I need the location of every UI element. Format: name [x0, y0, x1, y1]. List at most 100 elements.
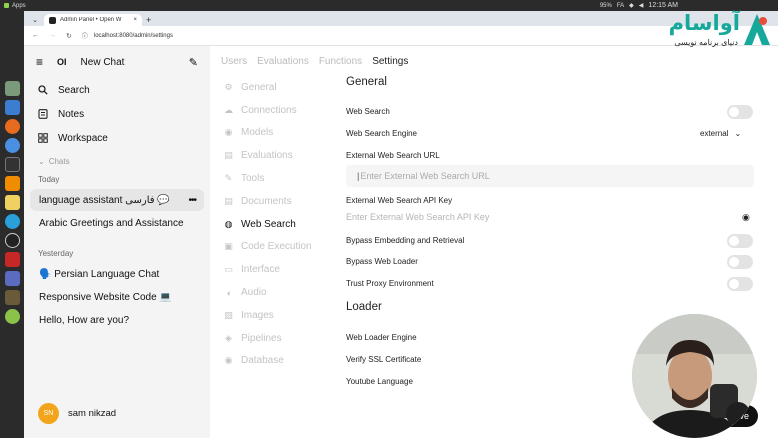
obs-icon[interactable]	[4, 233, 20, 248]
search-url-input[interactable]: | Enter External Web Search URL	[346, 165, 754, 187]
settings-nav-database[interactable]: ◉ Database	[224, 350, 312, 373]
eye-icon[interactable]: ◉	[742, 212, 750, 223]
trust-proxy-toggle[interactable]	[727, 277, 753, 291]
engine-value: external	[700, 129, 729, 138]
tab-users[interactable]: Users	[221, 56, 247, 67]
forward-icon[interactable]: →	[49, 32, 56, 39]
nav-label: General	[241, 81, 277, 93]
webcam-overlay	[632, 314, 757, 438]
chats-section-toggle[interactable]: ⌄ Chats	[24, 152, 210, 170]
network-icon[interactable]	[4, 271, 20, 286]
document-icon: ▤	[224, 150, 233, 161]
text-caret: |	[357, 171, 360, 181]
brand-logo-icon	[744, 14, 770, 45]
settings-nav-pipelines[interactable]: ◈ Pipelines	[224, 327, 312, 350]
settings-nav-general[interactable]: ⚙ General	[224, 76, 312, 99]
chat-title: language assistant فارسی 💬	[39, 194, 170, 206]
nav-label: Images	[241, 309, 274, 321]
chat-title: Arabic Greetings and Assistance	[39, 217, 184, 229]
chat-item[interactable]: 🗣️ Persian Language Chat	[30, 263, 204, 285]
nav-label: Web Search	[241, 218, 296, 230]
filezilla-icon[interactable]	[4, 252, 20, 267]
terminal-icon[interactable]	[4, 157, 20, 172]
volume-icon[interactable]: ◀	[639, 2, 644, 9]
chat-options-icon[interactable]: •••	[188, 195, 196, 206]
bypass-embedding-toggle[interactable]	[727, 234, 753, 248]
new-chat-label[interactable]: New Chat	[81, 57, 175, 68]
new-tab-button[interactable]: +	[146, 15, 151, 26]
language-indicator[interactable]: FA	[617, 3, 624, 9]
settings-nav-tools[interactable]: ✎ Tools	[224, 167, 312, 190]
vlc-icon[interactable]	[4, 176, 20, 191]
menu-icon[interactable]: ≡	[36, 55, 43, 69]
reload-icon[interactable]: ↻	[66, 32, 72, 40]
engine-select[interactable]: external ⌄	[700, 129, 741, 138]
nav-label: Database	[241, 355, 284, 367]
browser-tab[interactable]: Admin Panel • Open W ×	[44, 14, 142, 26]
chat-item[interactable]: Arabic Greetings and Assistance	[30, 212, 204, 234]
sidebar-item-search[interactable]: Search	[24, 78, 210, 102]
settings-nav-images[interactable]: ▨ Images	[224, 304, 312, 327]
nav-label: Audio	[241, 287, 267, 299]
apps-icon	[4, 3, 9, 8]
tab-list-icon[interactable]: ⌄	[30, 14, 40, 26]
compose-icon[interactable]: ✎	[189, 56, 198, 69]
database-icon: ◉	[224, 127, 233, 138]
presenter-video-icon	[632, 314, 757, 438]
cloud-icon: ☁	[224, 104, 233, 115]
text-editor-icon[interactable]	[4, 100, 20, 115]
wifi-icon[interactable]: ◆	[629, 2, 634, 9]
search-url-placeholder: Enter External Web Search URL	[360, 171, 490, 181]
globe-icon: ◍	[224, 218, 233, 229]
app-logo[interactable]: OI	[57, 57, 67, 67]
chat-title: 🗣️ Persian Language Chat	[39, 268, 160, 280]
url-field[interactable]: ⓘ localhost:8080/admin/settings	[82, 31, 173, 41]
settings-nav-models[interactable]: ◉ Models	[224, 122, 312, 145]
nav-label: Models	[241, 127, 274, 139]
chat-item[interactable]: Responsive Website Code 💻	[30, 286, 204, 308]
user-menu[interactable]: SN sam nikzad	[38, 403, 116, 424]
monitor-icon: ▭	[224, 264, 233, 275]
engine-label: Web Search Engine	[346, 129, 418, 138]
app-dock	[0, 11, 24, 438]
chat-item[interactable]: Hello, How are you?	[30, 309, 204, 331]
settings-nav-documents[interactable]: ▤ Documents	[224, 190, 312, 213]
settings-nav-web-search[interactable]: ◍ Web Search	[224, 213, 312, 236]
api-key-input[interactable]: Enter External Web Search API Key	[346, 212, 489, 222]
files-icon[interactable]	[4, 81, 20, 96]
notes-app-icon[interactable]	[4, 195, 20, 210]
apps-menu[interactable]: Apps	[4, 3, 26, 9]
sidebar-item-workspace[interactable]: Workspace	[24, 126, 210, 150]
openwebui-favicon-icon	[49, 16, 56, 24]
chromium-icon[interactable]	[4, 138, 20, 153]
telegram-icon[interactable]	[4, 214, 20, 229]
settings-nav-connections[interactable]: ☁ Connections	[224, 99, 312, 122]
tab-settings[interactable]: Settings	[372, 56, 408, 67]
settings-nav-evaluations[interactable]: ▤ Evaluations	[224, 144, 312, 167]
settings-nav-interface[interactable]: ▭ Interface	[224, 258, 312, 281]
bypass-loader-toggle[interactable]	[727, 255, 753, 269]
url-label: External Web Search URL	[346, 151, 440, 160]
site-info-icon[interactable]: ⓘ	[82, 31, 88, 40]
settings-nav-audio[interactable]: ◖ Audio	[224, 281, 312, 304]
firefox-icon[interactable]	[4, 119, 20, 134]
url-text: localhost:8080/admin/settings	[93, 32, 173, 39]
search-icon	[37, 85, 48, 96]
notes-icon	[37, 109, 48, 120]
android-icon[interactable]	[4, 309, 20, 324]
close-tab-icon[interactable]: ×	[133, 17, 137, 23]
trust-proxy-label: Trust Proxy Environment	[346, 279, 434, 288]
channel-watermark: آواسام دنیای برنامه نویسی	[648, 11, 772, 51]
settings-nav-code-execution[interactable]: ▣ Code Execution	[224, 236, 311, 259]
web-search-toggle[interactable]	[727, 105, 753, 119]
gimp-icon[interactable]	[4, 290, 20, 305]
nav-label: Connections	[241, 104, 297, 116]
chat-item[interactable]: language assistant فارسی 💬 •••	[30, 189, 204, 211]
sidebar-item-notes[interactable]: Notes	[24, 102, 210, 126]
tab-evaluations[interactable]: Evaluations	[257, 56, 309, 67]
api-key-label: External Web Search API Key	[346, 196, 453, 205]
tab-functions[interactable]: Functions	[319, 56, 362, 67]
back-icon[interactable]: ←	[32, 32, 39, 39]
clock[interactable]: 12:15 AM	[648, 2, 678, 9]
user-name: sam nikzad	[68, 408, 117, 419]
